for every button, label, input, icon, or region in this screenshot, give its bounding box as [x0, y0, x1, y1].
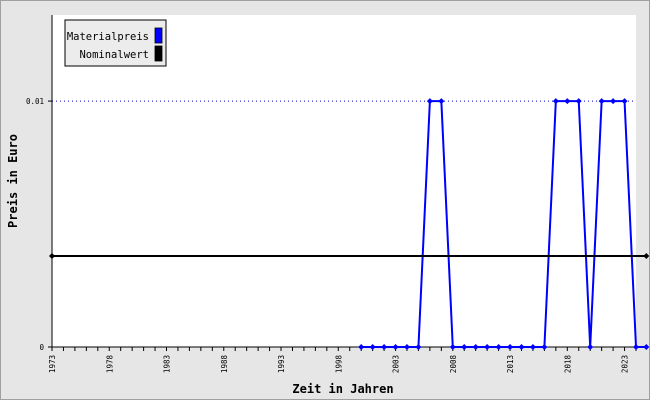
y-tick-label-1: 0.01: [26, 97, 44, 106]
x-tick-label-1983: 1983: [163, 355, 172, 373]
line-chart: 0 0.01 1973 1978 1983 1988 1993 1998 2003 2008 20…: [6, 15, 650, 396]
legend: Materialpreis Nominalwert: [64, 19, 167, 67]
x-tick-label-1973: 1973: [48, 355, 57, 373]
y-axis-label: Preis in Euro: [6, 134, 20, 228]
x-tick-label-2023: 2023: [621, 355, 630, 373]
legend-swatch-materialpreis: [154, 27, 163, 44]
x-tick-label-2003: 2003: [392, 355, 401, 373]
x-tick-label-1993: 1993: [277, 355, 286, 373]
data-point-materialpreis: [643, 344, 650, 350]
y-tick-label-0: 0: [39, 343, 44, 352]
x-axis-label: Zeit in Jahren: [292, 382, 393, 396]
x-tick-label-1998: 1998: [334, 355, 343, 374]
legend-swatch-nominalwert: [154, 45, 163, 62]
x-tick-label-2018: 2018: [563, 355, 572, 374]
x-tick-label-2008: 2008: [449, 355, 458, 374]
data-point-nominalwert: [643, 253, 650, 260]
x-tick-label-1988: 1988: [220, 355, 229, 374]
legend-label-nominalwert: Nominalwert: [79, 49, 149, 61]
x-tick-label-2013: 2013: [506, 355, 515, 373]
x-tick-label-1978: 1978: [105, 355, 114, 374]
legend-label-materialpreis: Materialpreis: [67, 31, 149, 43]
